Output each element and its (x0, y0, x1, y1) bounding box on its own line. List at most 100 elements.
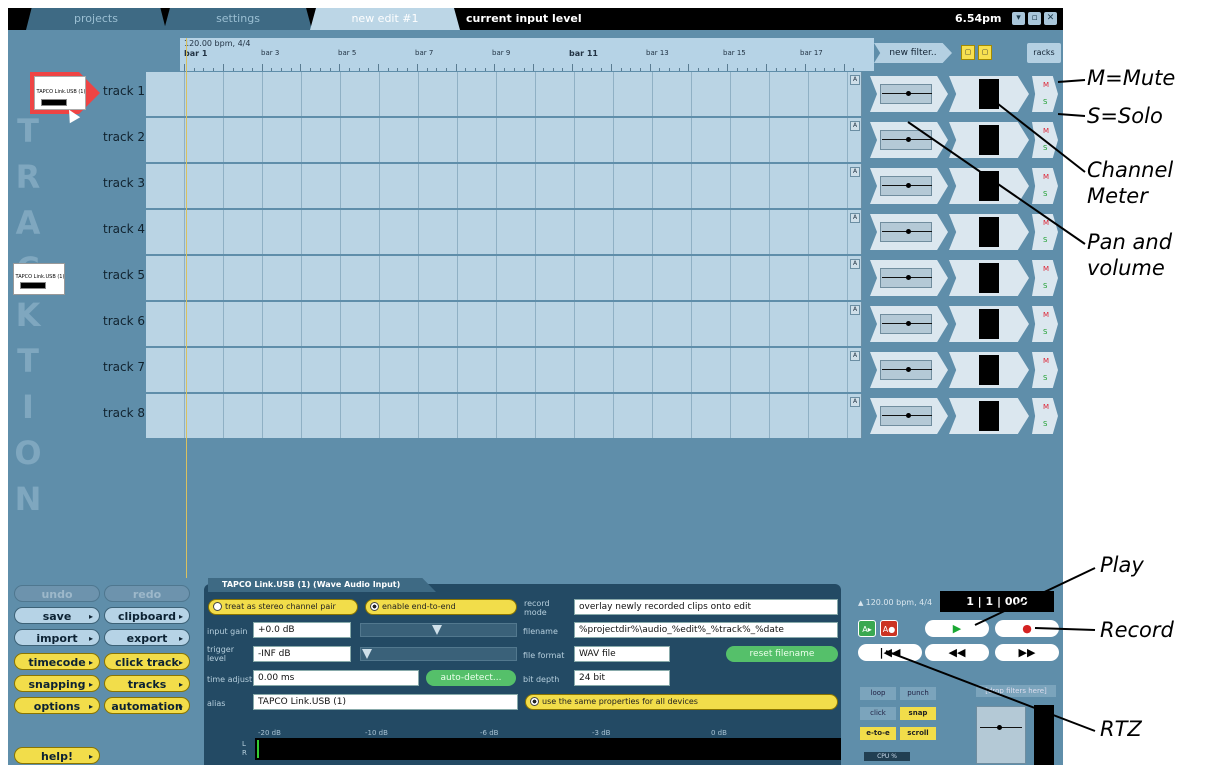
track-lane[interactable] (146, 210, 862, 254)
automation-toggle[interactable]: A (850, 351, 860, 361)
mute-button[interactable]: M (1043, 357, 1049, 365)
volume-handle[interactable] (906, 367, 911, 372)
volume-handle[interactable] (906, 183, 911, 188)
rtz-button[interactable]: |◀◀ (858, 644, 922, 661)
play-button[interactable]: ▶ (925, 620, 989, 637)
automation-button[interactable]: automation ▸ (104, 697, 190, 714)
clipboard-button[interactable]: clipboard ▸ (104, 607, 190, 624)
solo-button[interactable]: S (1043, 282, 1047, 290)
solo-button[interactable]: S (1043, 98, 1047, 106)
snapping-button[interactable]: snapping ▸ (14, 675, 100, 692)
reset-filename-button[interactable]: reset filename (726, 646, 838, 662)
filename-field[interactable]: %projectdir%\audio_%edit%_%track%_%date (574, 622, 838, 638)
pan-volume-filter[interactable] (870, 260, 948, 296)
click-button[interactable]: click (860, 707, 896, 720)
solo-button[interactable]: S (1043, 420, 1047, 428)
track-lane[interactable] (146, 394, 862, 438)
mute-button[interactable]: M (1043, 127, 1049, 135)
timeline-ruler[interactable]: 120.00 bpm, 4/4 bar 1 bar 3 bar 5 bar 7 bar … (180, 38, 874, 71)
pan-volume-filter[interactable] (870, 76, 948, 112)
same-properties-radio[interactable]: use the same properties for all devices (525, 694, 838, 710)
bit-depth-select[interactable]: 24 bit (574, 670, 670, 686)
mute-button[interactable]: M (1043, 265, 1049, 273)
punch-button[interactable]: punch (900, 687, 936, 700)
track-name[interactable]: track 4 (70, 222, 145, 236)
auto-detect-button[interactable]: auto-detect... (426, 670, 516, 686)
tracks-button[interactable]: tracks ▸ (104, 675, 190, 692)
input-device-icon[interactable]: TAPCO Link.USB (1) (30, 72, 100, 114)
drop-filters-area[interactable]: [drop filters here] (976, 685, 1056, 697)
mute-button[interactable]: M (1043, 173, 1049, 181)
solo-button[interactable]: S (1043, 374, 1047, 382)
track-name[interactable]: track 8 (70, 406, 145, 420)
automation-toggle[interactable]: A (850, 167, 860, 177)
automation-toggle[interactable]: A (850, 75, 860, 85)
pan-volume-filter[interactable] (870, 398, 948, 434)
pan-volume-filter[interactable] (870, 214, 948, 250)
alias-field[interactable]: TAPCO Link.USB (1) (253, 694, 518, 710)
track-lane[interactable] (146, 164, 862, 208)
trigger-level-field[interactable]: -INF dB (253, 646, 351, 662)
record-button[interactable]: ● (995, 620, 1059, 637)
input-gain-slider-thumb[interactable] (432, 625, 442, 635)
mute-button[interactable]: M (1043, 311, 1049, 319)
time-adjust-field[interactable]: 0.00 ms (253, 670, 419, 686)
e-to-e-button[interactable]: e-to-e (860, 727, 896, 740)
redo-button[interactable]: redo (104, 585, 190, 602)
timecode-button[interactable]: timecode ▸ (14, 653, 100, 670)
automation-toggle[interactable]: A (850, 213, 860, 223)
tab-new-edit[interactable]: new edit #1 (310, 8, 460, 30)
rewind-button[interactable]: ◀◀ (925, 644, 989, 661)
pan-volume-filter[interactable] (870, 122, 948, 158)
snap-button[interactable]: snap (900, 707, 936, 720)
mute-button[interactable]: M (1043, 219, 1049, 227)
loop-button[interactable]: loop (860, 687, 896, 700)
track-lane[interactable] (146, 256, 862, 300)
solo-button[interactable]: S (1043, 144, 1047, 152)
track-lane[interactable] (146, 348, 862, 392)
save-button[interactable]: save ▸ (14, 607, 100, 624)
scroll-button[interactable]: scroll (900, 727, 936, 740)
file-format-select[interactable]: WAV file (574, 646, 670, 662)
toggle-button-2[interactable]: ▢ (978, 45, 992, 60)
playhead[interactable] (186, 38, 187, 578)
automation-toggle[interactable]: A (850, 259, 860, 269)
mute-button[interactable]: M (1043, 403, 1049, 411)
volume-handle[interactable] (906, 275, 911, 280)
minimize-icon[interactable]: ▾ (1012, 12, 1025, 25)
track-name[interactable]: track 6 (70, 314, 145, 328)
stereo-pair-radio[interactable]: treat as stereo channel pair (208, 599, 358, 615)
input-device-icon-track5[interactable]: TAPCO Link.USB (1) (13, 263, 65, 295)
record-arm-button[interactable]: A● (880, 620, 898, 637)
volume-handle[interactable] (906, 413, 911, 418)
maximize-icon[interactable]: ▫ (1028, 12, 1041, 25)
solo-button[interactable]: S (1043, 190, 1047, 198)
pan-volume-filter[interactable] (870, 352, 948, 388)
undo-button[interactable]: undo (14, 585, 100, 602)
new-filter-button[interactable]: new filter.. (874, 43, 952, 63)
track-lane[interactable] (146, 302, 862, 346)
track-lane[interactable] (146, 118, 862, 162)
master-pan-volume[interactable] (976, 706, 1026, 764)
arm-button[interactable]: A▸ (858, 620, 876, 637)
automation-toggle[interactable]: A (850, 121, 860, 131)
mute-button[interactable]: M (1043, 81, 1049, 89)
help-button[interactable]: help! ▸ (14, 747, 100, 764)
track-name[interactable]: track 3 (70, 176, 145, 190)
trigger-level-slider-thumb[interactable] (362, 649, 372, 659)
track-name[interactable]: track 7 (70, 360, 145, 374)
input-gain-field[interactable]: +0.0 dB (253, 622, 351, 638)
fast-forward-button[interactable]: ▶▶ (995, 644, 1059, 661)
solo-button[interactable]: S (1043, 328, 1047, 336)
end-to-end-radio[interactable]: enable end-to-end (365, 599, 517, 615)
tab-settings[interactable]: settings (164, 8, 312, 30)
volume-handle[interactable] (906, 137, 911, 142)
tab-projects[interactable]: projects (26, 8, 166, 30)
volume-handle[interactable] (906, 229, 911, 234)
click-track-button[interactable]: click track ▸ (104, 653, 190, 670)
automation-toggle[interactable]: A (850, 397, 860, 407)
pan-volume-filter[interactable] (870, 306, 948, 342)
automation-toggle[interactable]: A (850, 305, 860, 315)
volume-handle[interactable] (906, 91, 911, 96)
toggle-button-1[interactable]: ▢ (961, 45, 975, 60)
